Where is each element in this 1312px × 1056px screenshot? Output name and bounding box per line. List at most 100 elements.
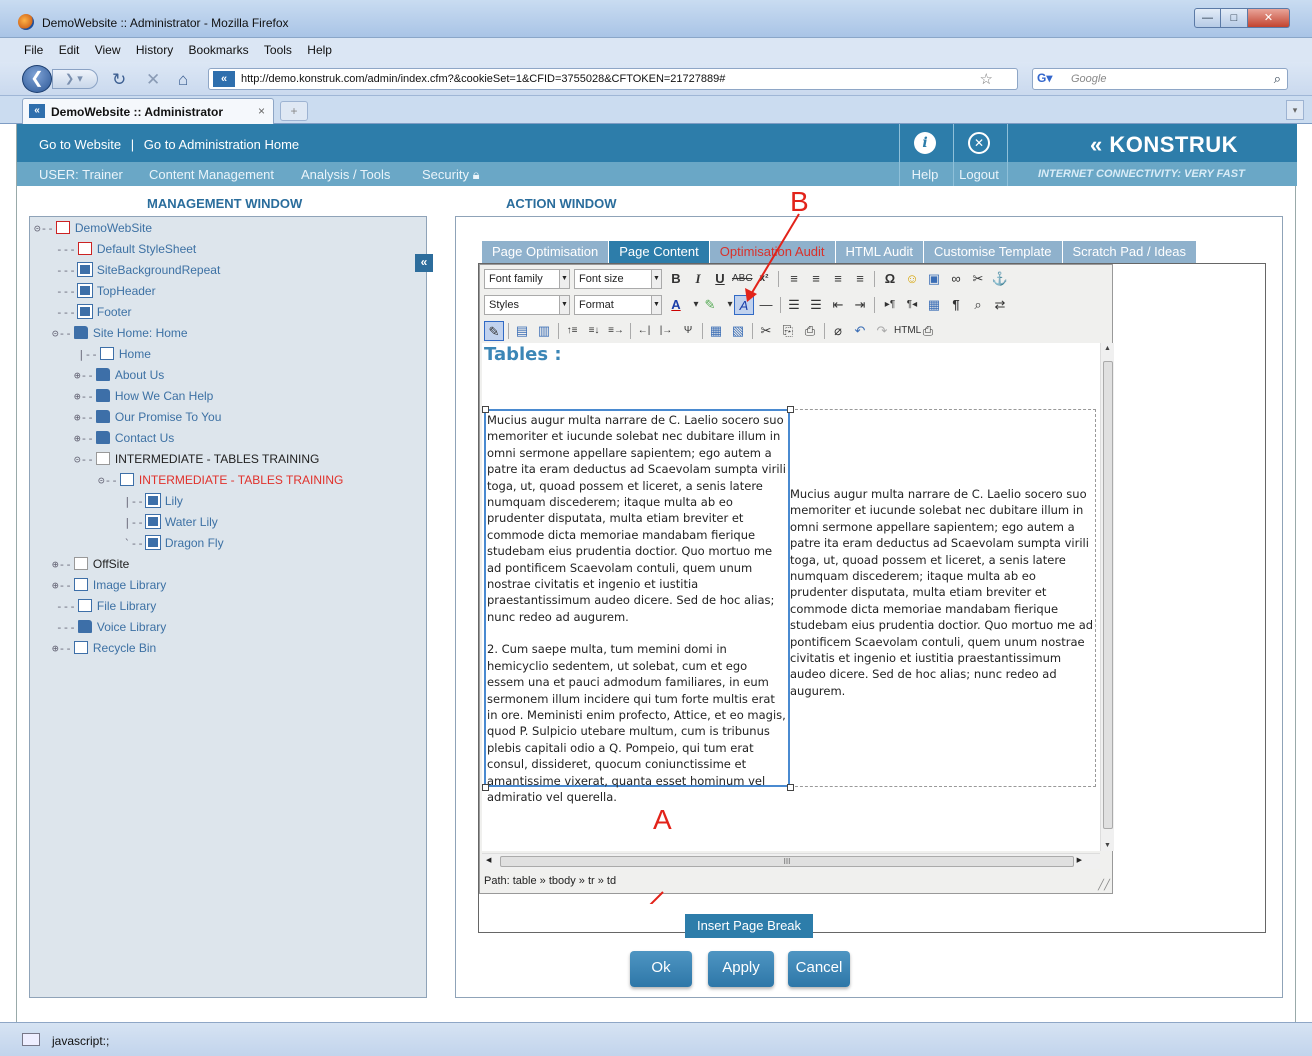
delete-col-icon[interactable]: Ψ — [678, 321, 698, 341]
editor-horizontal-scrollbar[interactable]: ◀ III ▶ — [482, 853, 1100, 869]
font-size-select[interactable]: Font size ▼ — [574, 269, 662, 289]
tree-item-intermediate-folder[interactable]: ⊝-- INTERMEDIATE - TABLES TRAINING — [74, 452, 319, 470]
merge-cells-icon[interactable]: ▧ — [728, 321, 748, 341]
tree-item-recycle-bin[interactable]: ⊕-- Recycle Bin — [52, 641, 156, 659]
unlink-icon[interactable]: ✂ — [968, 269, 988, 289]
menu-bookmarks[interactable]: Bookmarks — [189, 43, 249, 57]
tab-html-audit[interactable]: HTML Audit — [835, 241, 924, 263]
search-icon[interactable]: ⌕ — [1274, 71, 1281, 87]
resize-handle[interactable] — [787, 406, 794, 413]
tree-item-demowebsite[interactable]: ⊝-- DemoWebSite — [34, 221, 152, 239]
tree-item-offsite[interactable]: ⊕-- OffSite — [52, 557, 129, 575]
search-bar[interactable]: G▾ Google ⌕ — [1032, 68, 1288, 90]
go-to-admin-link[interactable]: Go to Administration Home — [144, 137, 299, 152]
insert-table-icon[interactable]: ▦ — [924, 295, 944, 315]
collapse-panel-button[interactable]: « — [415, 254, 433, 272]
apply-button[interactable]: Apply — [708, 951, 774, 987]
resize-handle[interactable] — [482, 406, 489, 413]
go-to-website-link[interactable]: Go to Website — [39, 137, 121, 152]
menu-view[interactable]: View — [95, 43, 121, 57]
reload-icon[interactable]: ↻ — [112, 70, 126, 90]
close-window-button[interactable]: ✕ — [1248, 8, 1290, 28]
browser-tab[interactable]: « DemoWebsite :: Administrator × — [22, 98, 274, 124]
maximize-button[interactable]: □ — [1221, 8, 1248, 28]
tree-item-lily[interactable]: |-- Lily — [124, 493, 183, 512]
scroll-up-icon[interactable]: ▲ — [1104, 345, 1111, 352]
help-button[interactable]: i Help — [899, 124, 949, 186]
tree-item-water-lily[interactable]: |-- Water Lily — [124, 514, 218, 533]
html-source-icon[interactable]: HTML — [894, 321, 921, 341]
numbered-list-icon[interactable]: ☰ — [806, 295, 826, 315]
find-icon[interactable]: ⌕ — [968, 295, 988, 315]
paragraph-icon[interactable]: ¶ — [946, 295, 966, 315]
back-button[interactable]: ❮ — [22, 65, 52, 93]
tree-item-image-library[interactable]: ⊕-- Image Library — [52, 578, 166, 596]
tree-item-contact-us[interactable]: ⊕-- Contact Us — [74, 431, 174, 449]
scroll-left-icon[interactable]: ◀ — [486, 856, 491, 864]
nav-security[interactable]: Security 🔒︎ — [422, 167, 480, 183]
emoticon-icon[interactable]: ☺ — [902, 269, 922, 289]
anchor-icon[interactable]: ⚓ — [990, 269, 1010, 289]
cut-icon[interactable]: ✂ — [756, 321, 776, 341]
media-icon[interactable]: ▣ — [924, 269, 944, 289]
rtl-icon[interactable]: ¶◂ — [902, 295, 922, 315]
resize-grip-icon[interactable]: ╱╱ — [1098, 880, 1110, 891]
tree-item-file-library[interactable]: --- File Library — [56, 599, 156, 617]
url-bar[interactable]: « http://demo.konstruk.com/admin/index.c… — [208, 68, 1018, 90]
tab-close-icon[interactable]: × — [258, 104, 265, 118]
menu-file[interactable]: File — [24, 43, 43, 57]
tab-page-optimisation[interactable]: Page Optimisation — [482, 241, 610, 263]
resize-handle[interactable] — [482, 784, 489, 791]
tree-item-our-promise[interactable]: ⊕-- Our Promise To You — [74, 410, 221, 428]
superscript-icon[interactable]: x² — [754, 269, 774, 289]
tree-item-home[interactable]: |-- Home — [78, 347, 151, 365]
print-icon[interactable]: ⎙ — [918, 321, 938, 341]
insert-row-before-icon[interactable]: ↑≡ — [562, 321, 582, 341]
outdent-icon[interactable]: ⇤ — [828, 295, 848, 315]
nav-analysis-tools[interactable]: Analysis / Tools — [301, 167, 390, 182]
tree-item-sitebackgroundrepeat[interactable]: --- SiteBackgroundRepeat — [56, 262, 220, 281]
menu-edit[interactable]: Edit — [59, 43, 80, 57]
styles-select[interactable]: Styles ▼ — [484, 295, 570, 315]
table-cell[interactable]: Mucius augur multa narrare de C. Laelio … — [790, 409, 1096, 787]
tree-item-about-us[interactable]: ⊕-- About Us — [74, 368, 164, 386]
tree-item-topheader[interactable]: --- TopHeader — [56, 283, 156, 302]
underline-icon[interactable]: U — [710, 269, 730, 289]
tab-optimisation-audit[interactable]: Optimisation Audit — [709, 241, 836, 263]
strikethrough-icon[interactable]: ABC — [732, 269, 753, 289]
bookmark-star-icon[interactable]: ☆ — [980, 70, 993, 88]
copy-icon[interactable]: ⎘ — [778, 321, 798, 341]
cancel-button[interactable]: Cancel — [788, 951, 850, 987]
italic-icon[interactable]: I — [688, 269, 708, 289]
scroll-down-icon[interactable]: ▼ — [1104, 842, 1111, 849]
minimize-button[interactable]: — — [1194, 8, 1221, 28]
menu-tools[interactable]: Tools — [264, 43, 292, 57]
scroll-thumb[interactable]: III — [500, 856, 1074, 867]
ltr-icon[interactable]: ▸¶ — [880, 295, 900, 315]
tree-item-voice-library[interactable]: --- Voice Library — [56, 620, 166, 638]
ok-button[interactable]: Ok — [630, 951, 692, 987]
align-left-icon[interactable]: ≡ — [784, 269, 804, 289]
new-tab-button[interactable]: + — [280, 101, 308, 121]
edit-table-icon[interactable]: ✎ — [484, 321, 504, 341]
table-cell-selected[interactable]: Mucius augur multa narrare de C. Laelio … — [484, 409, 790, 804]
insert-page-break-button[interactable]: Insert Page Break — [685, 914, 813, 938]
tree-item-default-stylesheet[interactable]: --- Default StyleSheet — [56, 242, 196, 260]
resize-handle[interactable] — [787, 784, 794, 791]
align-center-icon[interactable]: ≡ — [806, 269, 826, 289]
highlight-color-icon[interactable]: ✎ — [700, 295, 720, 315]
insert-col-before-icon[interactable]: ←| — [634, 321, 654, 341]
align-right-icon[interactable]: ≡ — [828, 269, 848, 289]
tab-list-button[interactable]: ▾ — [1286, 100, 1304, 120]
link-icon[interactable]: ∞ — [946, 269, 966, 289]
insert-col-after-icon[interactable]: |→ — [656, 321, 676, 341]
home-icon[interactable]: ⌂ — [178, 70, 188, 90]
row-properties-icon[interactable]: ▤ — [512, 321, 532, 341]
editor-content-area[interactable]: Tables : Mucius augur multa narrare de C… — [482, 343, 1100, 851]
tab-customise-template[interactable]: Customise Template — [923, 241, 1063, 263]
editor-vertical-scrollbar[interactable]: ▲ ▼ — [1100, 343, 1114, 851]
tab-scratch-pad[interactable]: Scratch Pad / Ideas — [1062, 241, 1197, 263]
scroll-right-icon[interactable]: ▶ — [1077, 856, 1082, 864]
split-cells-icon[interactable]: ▦ — [706, 321, 726, 341]
indent-icon[interactable]: ⇥ — [850, 295, 870, 315]
